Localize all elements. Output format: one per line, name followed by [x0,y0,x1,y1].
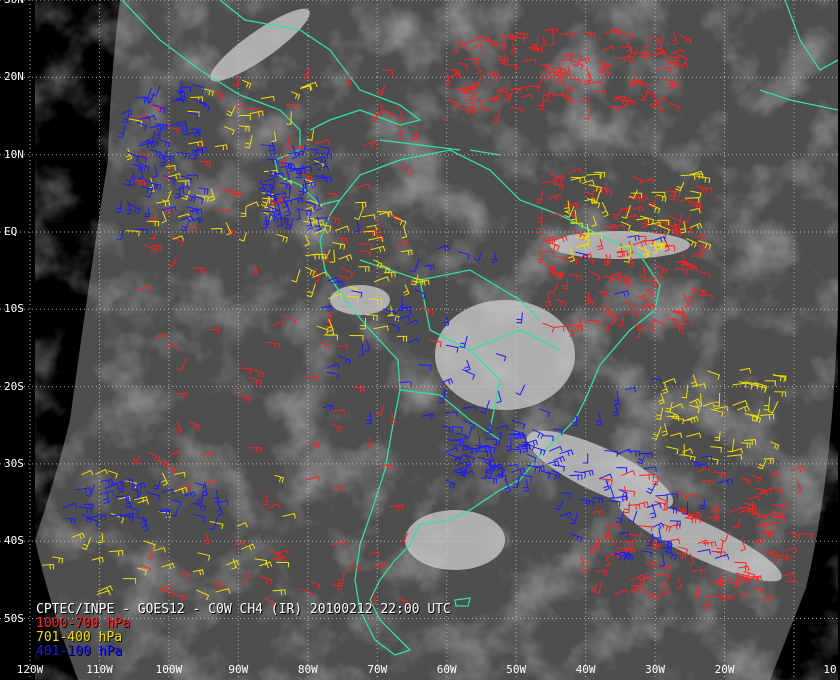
cloud-cover [35,0,838,680]
latitude-label: EQ [4,225,18,238]
longitude-label: 50W [506,663,527,676]
latitude-label: 20N [4,70,24,84]
latitude-label: 30N [4,0,24,6]
longitude-label: 40W [575,663,596,676]
longitude-label: 10 [823,663,837,676]
legend-high-level: 401-100 hPa [36,644,123,659]
latitude-label: 40S [4,534,24,548]
latitude-label: 10N [4,147,24,161]
longitude-label: 20W [714,663,735,676]
latitude-label: 30S [4,456,24,470]
map-canvas [0,0,840,680]
latitude-label: 10S [4,302,24,316]
longitude-label: 80W [297,663,318,676]
longitude-label: 90W [228,663,249,676]
caption-block: CPTEC/INPE - GOES12 - C0W CH4 (IR) 20100… [36,603,451,659]
legend-low-level: 1000-700 hPa [36,616,130,631]
legend-mid-level: 701-400 hPa [36,630,123,645]
longitude-label: 70W [367,663,388,676]
image-title: CPTEC/INPE - GOES12 - C0W CH4 (IR) 20100… [36,602,451,617]
longitude-label: 60W [436,663,457,676]
longitude-label: 120W [16,663,44,676]
latitude-label: 20S [4,379,24,393]
longitude-label: 30W [645,663,666,676]
latitude-label: 50S [4,611,24,625]
longitude-label: 110W [86,663,113,676]
satellite-map: 30N 20N 10N EQ 10S 20S 30S 40S 50S 120W 110W 100W 9… [0,0,840,680]
longitude-label: 100W [155,663,183,676]
